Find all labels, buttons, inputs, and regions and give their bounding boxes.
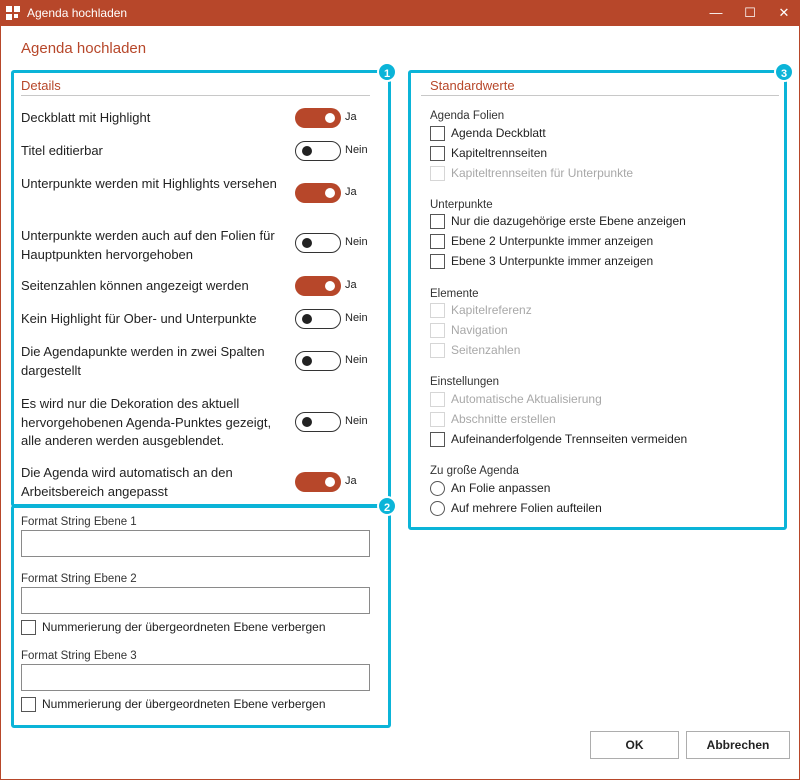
nur-erste-ebene-checkbox[interactable] — [430, 214, 445, 229]
navigation-label: Navigation — [451, 323, 508, 337]
details-divider — [21, 95, 370, 96]
toggle-nur-dekoration[interactable] — [295, 412, 341, 432]
split-slides-radio[interactable] — [430, 501, 445, 516]
trennseiten-vermeiden-label: Aufeinanderfolgende Trennseiten vermeide… — [451, 432, 688, 446]
hide-parent-numbering-3-checkbox[interactable] — [21, 697, 36, 712]
callout-badge-2: 2 — [377, 496, 397, 516]
oversize-label: Zu große Agenda — [430, 465, 519, 477]
elements-label: Elemente — [430, 288, 479, 300]
ebene2-immer-label: Ebene 2 Unterpunkte immer anzeigen — [451, 234, 654, 248]
kapiteltrennseiten-unterpunkte-label: Kapiteltrennseiten für Unterpunkte — [451, 166, 634, 180]
toggle-state: Ja — [345, 279, 357, 291]
fit-slide-label: An Folie anpassen — [451, 481, 551, 495]
nur-erste-ebene-label: Nur die dazugehörige erste Ebene anzeige… — [451, 214, 686, 228]
agenda-deckblatt-checkbox[interactable] — [430, 126, 445, 141]
details-row-label: Die Agenda wird automatisch an den Arbei… — [21, 465, 233, 499]
format-level1-label: Format String Ebene 1 — [21, 516, 137, 528]
details-row-label: Unterpunkte werden mit Highlights verseh… — [21, 176, 277, 191]
callout-badge-1: 1 — [377, 62, 397, 82]
toggle-state: Ja — [345, 475, 357, 487]
toggle-state: Nein — [345, 236, 368, 248]
agenda-deckblatt-label: Agenda Deckblatt — [451, 126, 546, 140]
close-button[interactable]: ✕ — [768, 0, 800, 26]
abschnitte-label: Abschnitte erstellen — [451, 412, 556, 426]
settings-label: Einstellungen — [430, 376, 500, 388]
details-row-label: Seitenzahlen können angezeigt werden — [21, 278, 249, 293]
toggle-state: Ja — [345, 111, 357, 123]
toggle-state: Nein — [345, 354, 368, 366]
hide-parent-numbering-2-label: Nummerierung der übergeordneten Ebene ve… — [42, 620, 326, 634]
app-icon — [6, 6, 20, 20]
details-row-label: Unterpunkte werden auch auf den Folien f… — [21, 228, 275, 262]
agenda-slides-label: Agenda Folien — [430, 110, 505, 122]
seitenzahlen-checkbox — [430, 343, 445, 358]
trennseiten-vermeiden-checkbox[interactable] — [430, 432, 445, 447]
abschnitte-checkbox — [430, 412, 445, 427]
format-level2-label: Format String Ebene 2 — [21, 573, 137, 585]
split-slides-label: Auf mehrere Folien aufteilen — [451, 501, 602, 515]
ebene3-immer-checkbox[interactable] — [430, 254, 445, 269]
title-bar: Agenda hochladen — ☐ ✕ — [0, 0, 800, 26]
details-row-label: Titel editierbar — [21, 143, 103, 158]
toggle-seitenzahlen[interactable] — [295, 276, 341, 296]
format-level1-input[interactable] — [21, 530, 370, 557]
toggle-automatisch-anpassen[interactable] — [295, 472, 341, 492]
ebene2-immer-checkbox[interactable] — [430, 234, 445, 249]
toggle-state: Ja — [345, 186, 357, 198]
toggle-state: Nein — [345, 312, 368, 324]
auto-update-label: Automatische Aktualisierung — [451, 392, 602, 406]
subpoints-label: Unterpunkte — [430, 199, 493, 211]
details-row-label: Es wird nur die Dekoration des aktuell h… — [21, 396, 272, 448]
toggle-unterpunkte-highlights[interactable] — [295, 183, 341, 203]
window-title: Agenda hochladen — [27, 6, 128, 20]
toggle-titel-editierbar[interactable] — [295, 141, 341, 161]
navigation-checkbox — [430, 323, 445, 338]
toggle-deckblatt-highlight[interactable] — [295, 108, 341, 128]
dialog-heading: Agenda hochladen — [21, 40, 147, 57]
toggle-state: Nein — [345, 415, 368, 427]
toggle-state: Nein — [345, 144, 368, 156]
format-level3-label: Format String Ebene 3 — [21, 650, 137, 662]
cancel-button[interactable]: Abbrechen — [686, 731, 790, 759]
kapitelreferenz-label: Kapitelreferenz — [451, 303, 532, 317]
ebene3-immer-label: Ebene 3 Unterpunkte immer anzeigen — [451, 254, 654, 268]
kapitelreferenz-checkbox — [430, 303, 445, 318]
seitenzahlen-label: Seitenzahlen — [451, 343, 521, 357]
kapiteltrennseiten-checkbox[interactable] — [430, 146, 445, 161]
fit-slide-radio[interactable] — [430, 481, 445, 496]
kapiteltrennseiten-label: Kapiteltrennseiten — [451, 146, 548, 160]
details-title: Details — [21, 78, 61, 93]
defaults-divider — [421, 95, 779, 96]
toggle-unterpunkte-hauptpunkte[interactable] — [295, 233, 341, 253]
maximize-button[interactable]: ☐ — [734, 0, 766, 26]
details-row-label: Kein Highlight für Ober- und Unterpunkte — [21, 311, 257, 326]
toggle-zwei-spalten[interactable] — [295, 351, 341, 371]
ok-button[interactable]: OK — [590, 731, 679, 759]
toggle-kein-highlight[interactable] — [295, 309, 341, 329]
minimize-button[interactable]: — — [700, 0, 732, 26]
hide-parent-numbering-3-label: Nummerierung der übergeordneten Ebene ve… — [42, 697, 326, 711]
kapiteltrennseiten-unterpunkte-checkbox — [430, 166, 445, 181]
format-level2-input[interactable] — [21, 587, 370, 614]
callout-badge-3: 3 — [774, 62, 794, 82]
format-level3-input[interactable] — [21, 664, 370, 691]
auto-update-checkbox — [430, 392, 445, 407]
details-row-label: Deckblatt mit Highlight — [21, 110, 151, 125]
details-row-label: Die Agendapunkte werden in zwei Spalten … — [21, 344, 265, 378]
defaults-title: Standardwerte — [430, 78, 515, 93]
hide-parent-numbering-2-checkbox[interactable] — [21, 620, 36, 635]
